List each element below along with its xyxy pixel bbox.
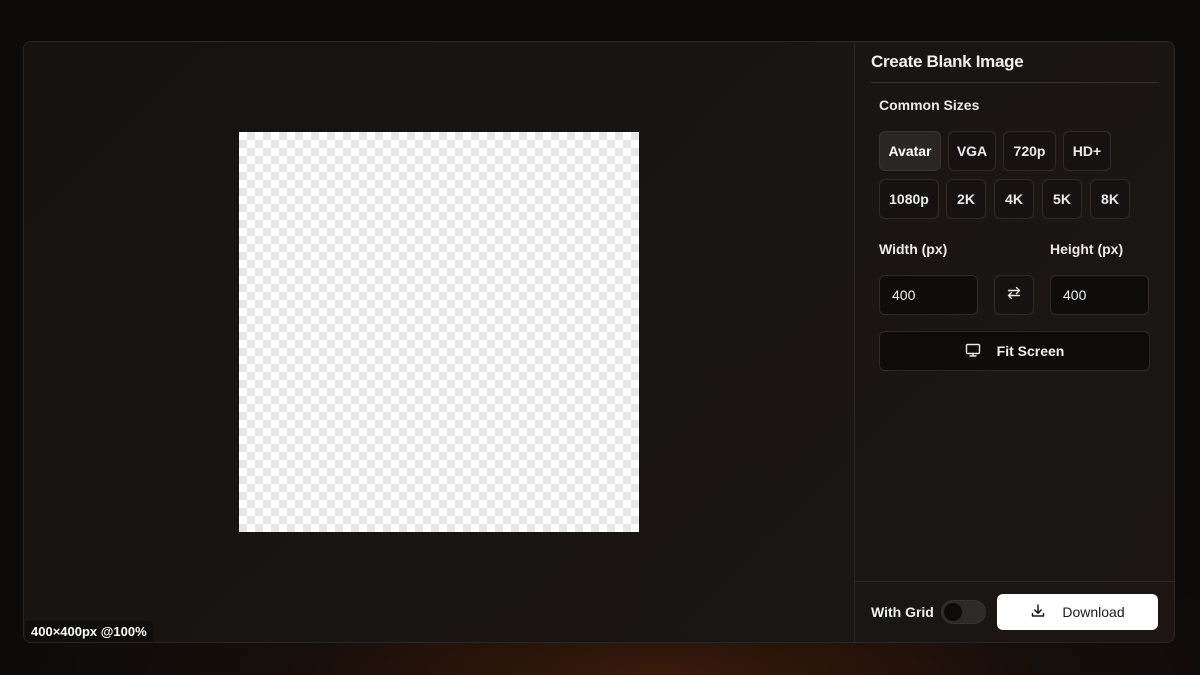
download-button[interactable]: Download (997, 594, 1158, 630)
size-button-720p[interactable]: 720p (1003, 131, 1056, 171)
canvas-status: 400×400px @100% (25, 621, 153, 642)
size-button-avatar[interactable]: Avatar (879, 131, 941, 171)
panel-title: Create Blank Image (871, 52, 1159, 83)
fit-screen-button[interactable]: Fit Screen (879, 331, 1150, 371)
height-input[interactable] (1050, 275, 1149, 315)
swap-dimensions-button[interactable] (994, 275, 1034, 315)
size-button-vga[interactable]: VGA (948, 131, 996, 171)
size-button-5k[interactable]: 5K (1042, 179, 1082, 219)
height-label: Height (px) (1050, 241, 1124, 257)
canvas-area[interactable]: 400×400px @100% (24, 42, 855, 642)
fit-screen-label: Fit Screen (996, 343, 1065, 359)
size-button-1080p[interactable]: 1080p (879, 179, 939, 219)
download-icon (1030, 603, 1046, 622)
width-label: Width (px) (879, 241, 948, 257)
size-button-4k[interactable]: 4K (994, 179, 1034, 219)
settings-panel: Create Blank Image Common Sizes Avatar V… (855, 42, 1174, 642)
toggle-knob (944, 603, 962, 621)
size-button-2k[interactable]: 2K (946, 179, 986, 219)
app-window: 400×400px @100% Create Blank Image Commo… (23, 41, 1175, 643)
with-grid-label: With Grid (871, 604, 934, 620)
blank-image-artboard[interactable] (239, 132, 639, 532)
size-button-hd-plus[interactable]: HD+ (1063, 131, 1111, 171)
width-input[interactable] (879, 275, 978, 315)
size-button-8k[interactable]: 8K (1090, 179, 1130, 219)
monitor-icon (965, 342, 981, 361)
common-sizes-label: Common Sizes (879, 97, 980, 113)
panel-footer: With Grid Download (855, 581, 1174, 642)
grid-toggle[interactable] (941, 600, 986, 624)
swap-arrows-icon (1006, 285, 1022, 306)
download-label: Download (1062, 604, 1125, 620)
